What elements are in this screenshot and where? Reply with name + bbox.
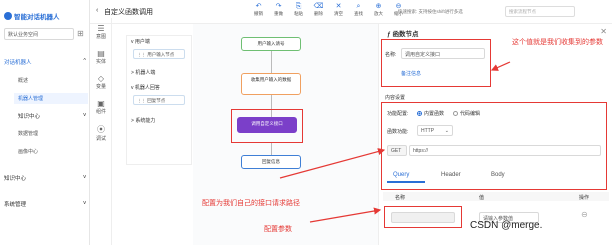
annotation-path: 配置为我们自己的接口请求路径 [202,200,300,207]
annotation-params: 配置参数 [264,226,292,233]
arrow-path [279,148,386,179]
arrow-params [309,207,382,223]
watermark: CSDN @merge. [470,220,543,231]
annotation-arrows [279,61,511,223]
annotation-collect: 这个值就是我们收集到的参数 [512,39,603,46]
arrow-collect [490,61,511,71]
